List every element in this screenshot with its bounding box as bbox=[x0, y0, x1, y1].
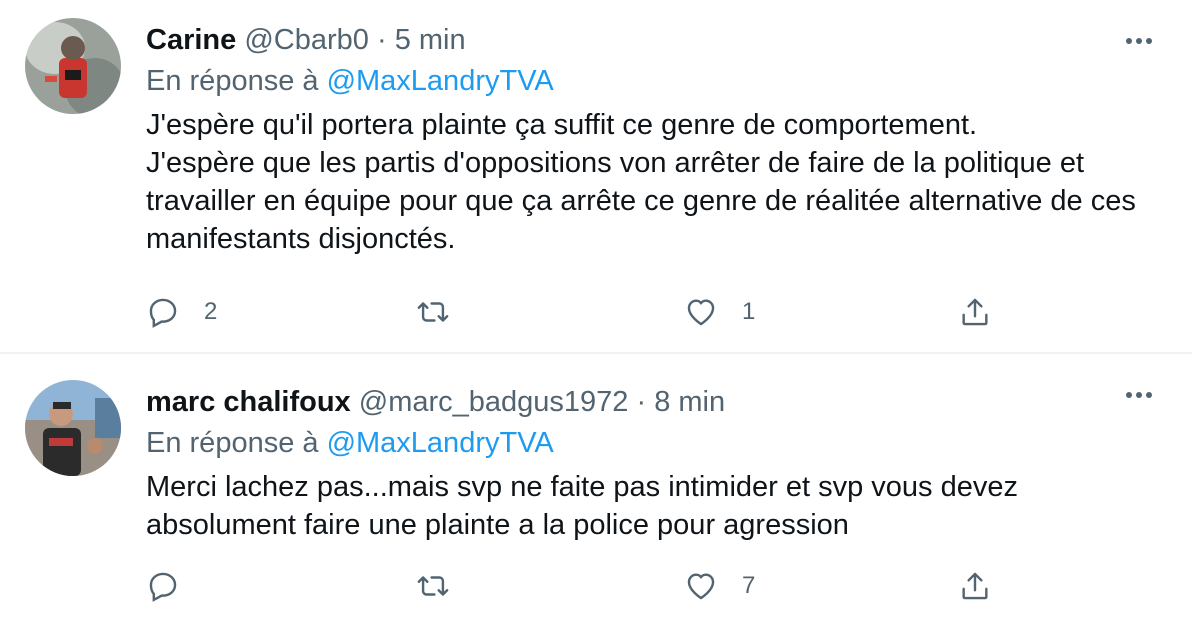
reply-count: 2 bbox=[204, 298, 218, 325]
separator-dot: · bbox=[376, 24, 387, 56]
reply-prefix: En réponse à bbox=[146, 65, 319, 97]
tweet-time[interactable]: 5 min bbox=[395, 24, 466, 56]
more-horizontal-icon bbox=[1126, 38, 1152, 44]
more-horizontal-icon bbox=[1126, 392, 1152, 398]
share-button[interactable] bbox=[958, 295, 992, 329]
reply-bubble-icon bbox=[149, 572, 177, 602]
reply-bubble-icon bbox=[149, 298, 177, 328]
tweet-actions: 2 1 bbox=[146, 292, 1032, 332]
tweet-marc-chalifoux[interactable]: marc chalifoux @marc_badgus1972 · 8 min … bbox=[0, 354, 1192, 634]
user-handle[interactable]: @marc_badgus1972 bbox=[359, 386, 629, 418]
retweet-button[interactable] bbox=[416, 295, 474, 329]
reply-button[interactable]: 2 bbox=[146, 295, 217, 329]
more-options-button[interactable] bbox=[1122, 378, 1156, 412]
like-count: 7 bbox=[742, 572, 756, 599]
tweet-header: marc chalifoux @marc_badgus1972 · 8 min bbox=[146, 384, 1132, 420]
tweet-time[interactable]: 8 min bbox=[654, 386, 725, 418]
reply-prefix: En réponse à bbox=[146, 427, 319, 459]
heart-icon bbox=[687, 299, 715, 326]
like-count: 1 bbox=[742, 298, 756, 325]
avatar-marc-chalifoux[interactable] bbox=[25, 380, 121, 476]
retweet-icon bbox=[417, 302, 449, 322]
tweet-header: Carine @Cbarb0 · 5 min bbox=[146, 22, 1132, 58]
separator-dot: · bbox=[636, 386, 647, 418]
like-button[interactable]: 1 bbox=[684, 295, 755, 329]
reply-mention-link[interactable]: @MaxLandryTVA bbox=[327, 427, 554, 459]
heart-icon bbox=[687, 573, 715, 600]
user-handle[interactable]: @Cbarb0 bbox=[244, 24, 369, 56]
avatar-carine[interactable] bbox=[25, 18, 121, 114]
reply-context: En réponse à @MaxLandryTVA bbox=[146, 425, 1132, 461]
reply-mention-link[interactable]: @MaxLandryTVA bbox=[327, 65, 554, 97]
tweet-text: Merci lachez pas...mais svp ne faite pas… bbox=[146, 471, 1018, 541]
tweet-text: J'espère qu'il portera plainte ça suffit… bbox=[146, 109, 1136, 255]
reply-button[interactable] bbox=[146, 569, 204, 603]
tweet-actions: 7 bbox=[146, 566, 1032, 606]
share-button[interactable] bbox=[958, 569, 992, 603]
like-button[interactable]: 7 bbox=[684, 569, 755, 603]
reply-context: En réponse à @MaxLandryTVA bbox=[146, 63, 1132, 99]
share-icon bbox=[962, 298, 988, 326]
share-icon bbox=[962, 572, 988, 600]
more-options-button[interactable] bbox=[1122, 24, 1156, 58]
display-name[interactable]: marc chalifoux bbox=[146, 386, 351, 418]
display-name[interactable]: Carine bbox=[146, 24, 236, 56]
retweet-button[interactable] bbox=[416, 569, 474, 603]
tweet-carine[interactable]: Carine @Cbarb0 · 5 min En réponse à @Max… bbox=[0, 0, 1192, 354]
retweet-icon bbox=[417, 576, 449, 596]
